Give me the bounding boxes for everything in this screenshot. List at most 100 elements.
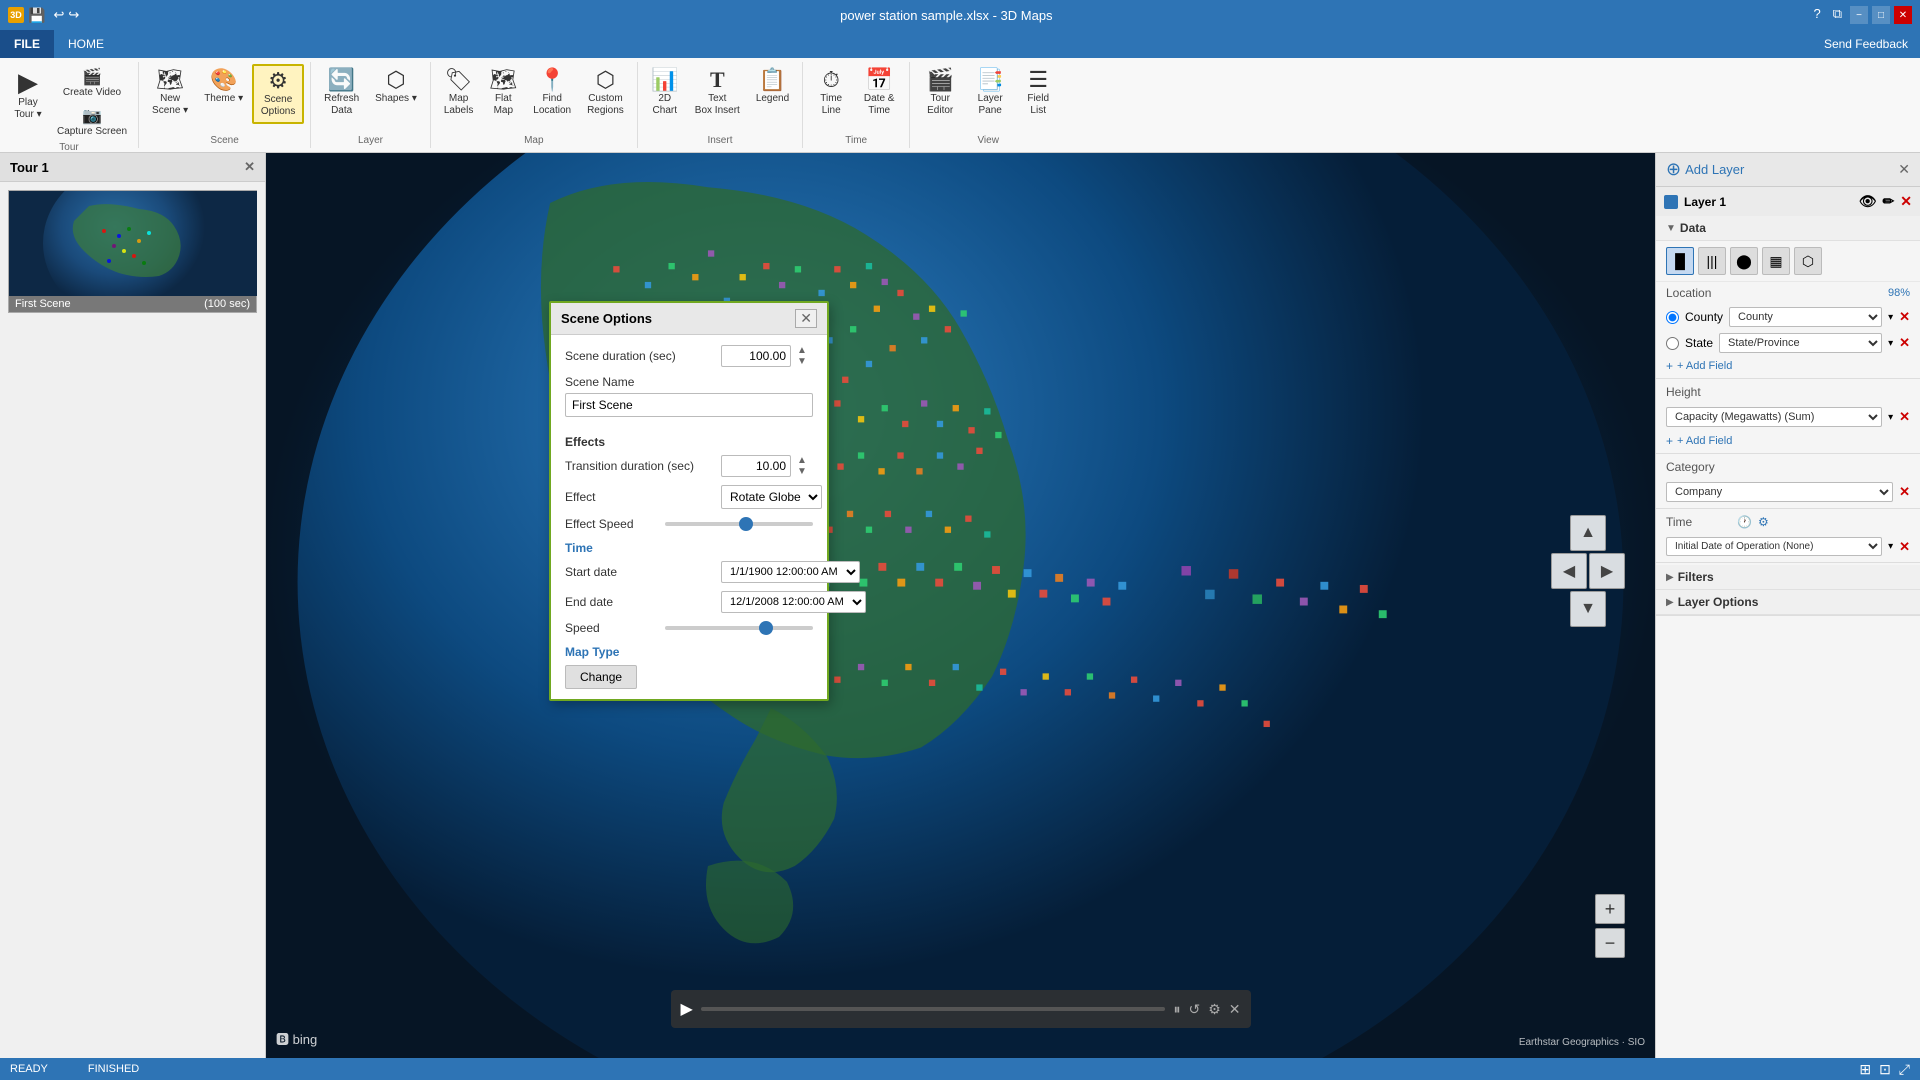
date-time-btn[interactable]: 📅 Date &Time	[855, 64, 903, 122]
map-area[interactable]: ▲ ◀ ▶ ▼ + − ▶ ⏸ ↺ ⚙ ✕ 🅱 bing Earthstar G…	[266, 153, 1655, 1058]
custom-regions-btn[interactable]: ⬡ CustomRegions	[580, 64, 631, 122]
state-radio[interactable]	[1666, 337, 1679, 350]
tour-panel-close-btn[interactable]: ✕	[244, 159, 255, 175]
data-section-header[interactable]: ▼ Data	[1656, 216, 1920, 241]
county-remove-btn[interactable]: ✕	[1899, 309, 1910, 325]
time-line-btn[interactable]: ⏱ TimeLine	[809, 64, 853, 122]
scene-thumbnail[interactable]: 1	[8, 190, 257, 313]
time-remove-btn[interactable]: ✕	[1899, 539, 1910, 555]
layer-panel-close-btn[interactable]: ✕	[1898, 161, 1910, 178]
nav-up-btn[interactable]: ▲	[1570, 515, 1606, 551]
legend-btn[interactable]: 📋 Legend	[749, 64, 796, 110]
grouped-bar-icon-btn[interactable]: |||	[1698, 247, 1726, 275]
app-icon: 3D	[8, 7, 24, 23]
scene-item[interactable]: 1	[0, 182, 265, 321]
play-tour-btn[interactable]: ▶ PlayTour ▾	[6, 64, 50, 126]
layer-pane-btn[interactable]: 📑 LayerPane	[966, 64, 1014, 122]
capture-screen-icon: 📷	[82, 106, 102, 126]
playbar-reset-btn[interactable]: ↺	[1188, 1001, 1200, 1018]
feedback-link[interactable]: Send Feedback	[1824, 37, 1920, 51]
effect-speed-slider[interactable]	[665, 522, 813, 526]
time-select[interactable]: Initial Date of Operation (None)	[1666, 537, 1882, 556]
start-date-dropdown[interactable]: 1/1/1900 12:00:00 AM	[721, 561, 860, 583]
home-tab[interactable]: HOME	[54, 30, 118, 58]
effect-dropdown[interactable]: Rotate Globe Fly Through None	[721, 485, 822, 509]
layer-edit-icon[interactable]: ✏	[1883, 193, 1895, 210]
quick-save-icon[interactable]: 💾	[28, 7, 45, 24]
help-icon[interactable]: ?	[1813, 6, 1820, 24]
category-select[interactable]: Company	[1666, 482, 1893, 502]
playbar-progress[interactable]	[701, 1007, 1166, 1011]
state-field-select[interactable]: State/Province	[1719, 333, 1882, 353]
redo-icon[interactable]: ↪	[68, 7, 79, 23]
nav-down-btn[interactable]: ▼	[1570, 591, 1606, 627]
transition-spinner[interactable]: ▲▼	[797, 455, 807, 477]
shapes-btn[interactable]: ⬡ Shapes ▾	[368, 64, 424, 110]
scene-name-input[interactable]	[565, 393, 813, 417]
statusbar-icon-1[interactable]: ⊞	[1859, 1061, 1871, 1078]
county-field-select[interactable]: County	[1729, 307, 1882, 327]
zoom-out-btn[interactable]: −	[1595, 928, 1625, 958]
county-radio[interactable]	[1666, 311, 1679, 324]
find-location-btn[interactable]: 📍 FindLocation	[526, 64, 578, 122]
map-labels-label: MapLabels	[444, 93, 473, 117]
statusbar-icon-3[interactable]: ⤢	[1899, 1061, 1910, 1078]
bubble-icon-btn[interactable]: ⬤	[1730, 247, 1758, 275]
playbar-pause-icon[interactable]: ⏸	[1173, 1001, 1180, 1018]
height-select[interactable]: Capacity (Megawatts) (Sum)	[1666, 407, 1882, 427]
theme-btn[interactable]: 🎨 Theme ▾	[197, 64, 250, 110]
restore-icon[interactable]: ⧉	[1833, 6, 1842, 24]
region-icon-btn[interactable]: ⬡	[1794, 247, 1822, 275]
effect-speed-row: Effect Speed	[565, 517, 813, 531]
layer-visibility-icon[interactable]: 👁	[1859, 193, 1877, 210]
transition-input[interactable]	[721, 455, 791, 477]
layer-options-section-header[interactable]: ▶ Layer Options	[1656, 590, 1920, 615]
undo-icon[interactable]: ↩	[53, 7, 64, 23]
minimize-btn[interactable]: −	[1850, 6, 1868, 24]
location-add-field-btn[interactable]: + + Add Field	[1656, 356, 1920, 376]
playbar-play-btn[interactable]: ▶	[681, 999, 693, 1019]
category-remove-btn[interactable]: ✕	[1899, 484, 1910, 500]
scene-name-label: Scene Name	[565, 375, 813, 389]
create-video-label: Create Video	[63, 87, 121, 98]
layer-remove-icon[interactable]: ✕	[1900, 193, 1912, 210]
maximize-btn[interactable]: □	[1872, 6, 1890, 24]
speed-slider[interactable]	[665, 626, 813, 630]
playbar-settings-btn[interactable]: ⚙	[1208, 1001, 1221, 1018]
window-controls[interactable]: ? ⧉ − □ ✕	[1813, 6, 1912, 24]
map-labels-btn[interactable]: 🏷 MapLabels	[437, 64, 480, 122]
duration-input[interactable]	[721, 345, 791, 367]
2d-chart-btn[interactable]: 📊 2DChart	[644, 64, 686, 122]
tour-editor-btn[interactable]: 🎬 TourEditor	[916, 64, 964, 122]
add-layer-btn[interactable]: ⊕ Add Layer	[1666, 159, 1744, 180]
create-video-btn[interactable]: 🎬 Create Video	[52, 64, 132, 101]
tour-panel-title: Tour 1	[10, 160, 49, 175]
scene-options-btn[interactable]: ⚙ SceneOptions	[252, 64, 304, 124]
new-scene-btn[interactable]: 🗺 NewScene ▾	[145, 64, 195, 122]
capture-screen-btn[interactable]: 📷 Capture Screen	[52, 103, 132, 140]
heatmap-icon-btn[interactable]: ▦	[1762, 247, 1790, 275]
dialog-close-btn[interactable]: ✕	[795, 309, 817, 328]
file-tab[interactable]: FILE	[0, 30, 54, 58]
filters-section-header[interactable]: ▶ Filters	[1656, 565, 1920, 590]
duration-spinner[interactable]: ▲▼	[797, 345, 807, 367]
text-box-btn[interactable]: T TextBox Insert	[688, 64, 747, 122]
close-btn[interactable]: ✕	[1894, 6, 1912, 24]
refresh-data-btn[interactable]: 🔄 RefreshData	[317, 64, 366, 122]
height-remove-btn[interactable]: ✕	[1899, 409, 1910, 425]
statusbar-icon-2[interactable]: ⊡	[1879, 1061, 1891, 1078]
ribbon-group-insert: 📊 2DChart T TextBox Insert 📋 Legend Inse…	[638, 62, 803, 148]
field-list-btn[interactable]: ☰ FieldList	[1016, 64, 1060, 122]
end-date-dropdown[interactable]: 12/1/2008 12:00:00 AM	[721, 591, 866, 613]
flat-map-btn[interactable]: 🗺 FlatMap	[482, 64, 524, 122]
data-type-icons: ▐▌ ||| ⬤ ▦ ⬡	[1656, 241, 1920, 282]
bar-chart-icon-btn[interactable]: ▐▌	[1666, 247, 1694, 275]
state-remove-btn[interactable]: ✕	[1899, 335, 1910, 351]
nav-right-btn[interactable]: ▶	[1589, 553, 1625, 589]
playbar-close-btn[interactable]: ✕	[1229, 1001, 1241, 1018]
nav-left-btn[interactable]: ◀	[1551, 553, 1587, 589]
change-map-type-btn[interactable]: Change	[565, 665, 637, 689]
zoom-in-btn[interactable]: +	[1595, 894, 1625, 924]
time-settings-icon[interactable]: ⚙	[1758, 515, 1769, 529]
height-add-field-btn[interactable]: + + Add Field	[1656, 431, 1920, 451]
